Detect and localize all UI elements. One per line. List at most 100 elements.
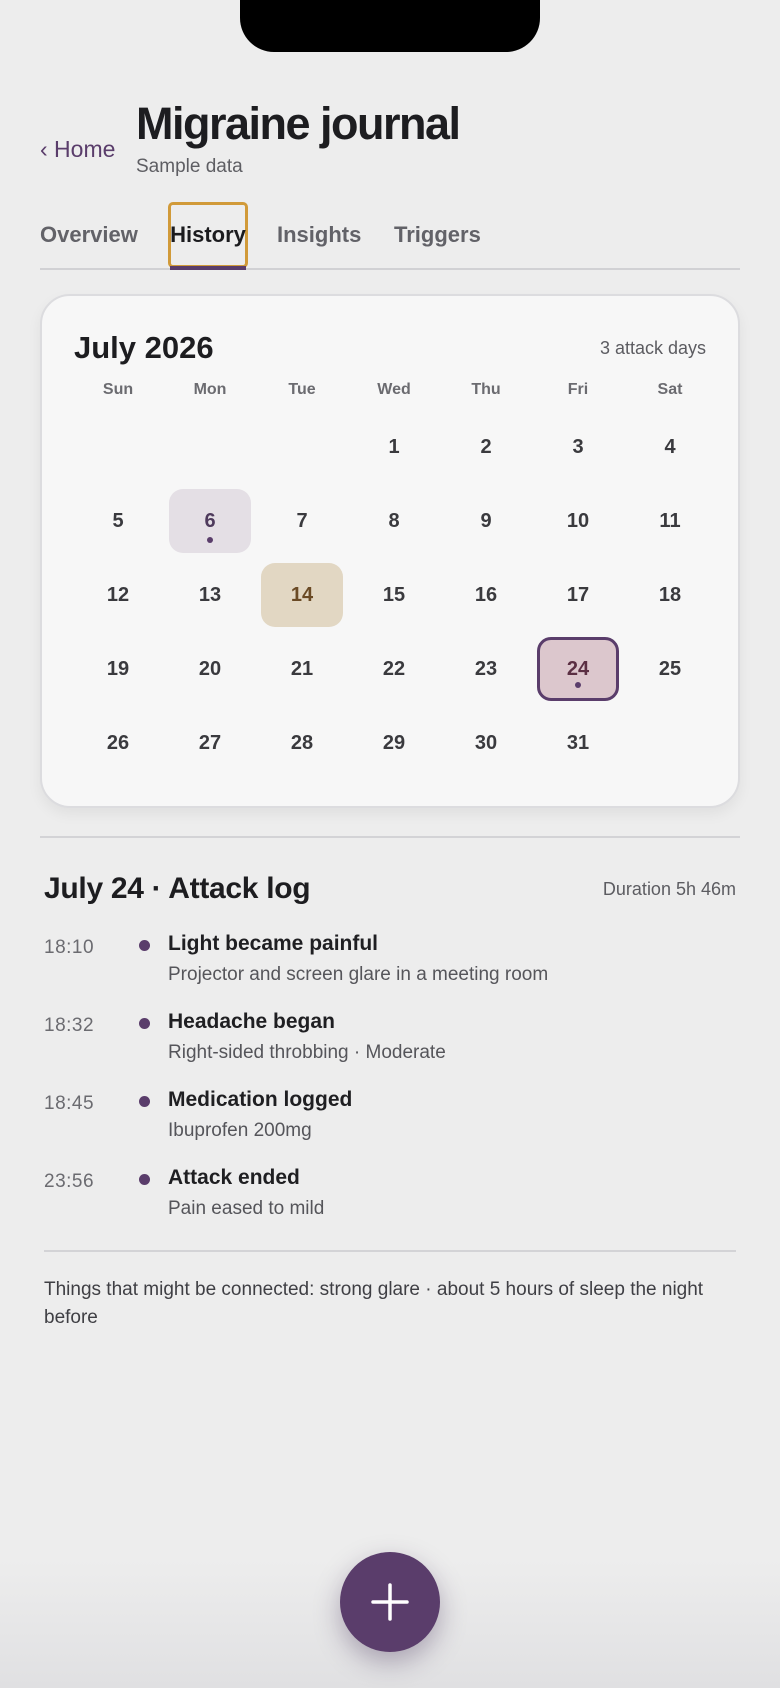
calendar-day-number: 24 [566, 657, 590, 680]
event-detail: Projector and screen glare in a meeting … [168, 964, 549, 985]
tab-history[interactable]: History [168, 202, 248, 270]
add-entry-button[interactable] [340, 1552, 440, 1652]
calendar-cell: 11 [624, 484, 716, 558]
tab-bar: Overview History Insights Triggers [40, 202, 740, 270]
calendar-day-10[interactable]: 10 [537, 489, 619, 553]
calendar-day-18[interactable]: 18 [629, 563, 711, 627]
calendar-day-number: 31 [566, 731, 590, 754]
calendar-day-6[interactable]: 6 [169, 489, 251, 553]
calendar-grid: Sun Mon Tue Wed Thu Fri Sat 1 2 3 4 5 6 7 8 9 10 11 12 13 1… [72, 370, 716, 780]
calendar-cell: 17 [532, 558, 624, 632]
page-title: Migraine journal [136, 98, 461, 149]
calendar-day-5[interactable]: 5 [77, 489, 159, 553]
calendar-day-25[interactable]: 25 [629, 637, 711, 701]
calendar-day-number: 9 [480, 509, 492, 532]
calendar-day-number: 26 [106, 731, 130, 754]
calendar-day-number: 28 [290, 731, 314, 754]
calendar-cell: 13 [164, 558, 256, 632]
calendar-cell: 7 [256, 484, 348, 558]
calendar-day-26[interactable]: 26 [77, 711, 159, 775]
calendar-week-row: 12 13 14 15 16 17 18 [72, 558, 716, 632]
calendar-day-30[interactable]: 30 [445, 711, 527, 775]
calendar-day-20[interactable]: 20 [169, 637, 251, 701]
calendar-day-number: 19 [106, 657, 130, 680]
calendar-day-9[interactable]: 9 [445, 489, 527, 553]
timeline-dot [139, 1018, 150, 1029]
calendar-month-label: July 2026 [74, 330, 214, 365]
calendar-cell [72, 410, 164, 484]
tab-triggers[interactable]: Triggers [394, 202, 484, 268]
connected-factors-note: Things that might be connected: strong g… [44, 1279, 704, 1328]
calendar-cell: 4 [624, 410, 716, 484]
calendar-cell: 6 [164, 484, 256, 558]
calendar-day-13[interactable]: 13 [169, 563, 251, 627]
calendar-cell: 2 [440, 410, 532, 484]
calendar-day-22[interactable]: 22 [353, 637, 435, 701]
attack-event-item[interactable]: 18:10 Light became painful Projector and s… [44, 930, 736, 1008]
calendar-cell: 27 [164, 706, 256, 780]
attack-event-item[interactable]: 18:32 Headache began Right-sided throbbing… [44, 1008, 736, 1086]
calendar-day-24[interactable]: 24 [537, 637, 619, 701]
calendar-day-19[interactable]: 19 [77, 637, 159, 701]
weekday-label: Fri [567, 381, 589, 398]
calendar-cell: 12 [72, 558, 164, 632]
calendar-day-31[interactable]: 31 [537, 711, 619, 775]
calendar-day-12[interactable]: 12 [77, 563, 159, 627]
calendar-day-11[interactable]: 11 [629, 489, 711, 553]
calendar-day-28[interactable]: 28 [261, 711, 343, 775]
calendar-cell: 20 [164, 632, 256, 706]
calendar-day-number: 8 [388, 509, 400, 532]
tab-overview[interactable]: Overview [40, 202, 142, 268]
attack-event-item[interactable]: 23:56 Attack ended Pain eased to mild [44, 1164, 736, 1242]
calendar-cell: 19 [72, 632, 164, 706]
calendar-day-27[interactable]: 27 [169, 711, 251, 775]
event-detail: Pain eased to mild [168, 1198, 325, 1219]
weekday-label: Mon [193, 381, 227, 398]
calendar-cell: 3 [532, 410, 624, 484]
calendar-cell [256, 410, 348, 484]
calendar-day-1[interactable]: 1 [353, 415, 435, 479]
calendar-week-row: 1 2 3 4 [72, 410, 716, 484]
event-title: Headache began [168, 1010, 335, 1033]
calendar-day-16[interactable]: 16 [445, 563, 527, 627]
attack-event-list: 18:10 Light became painful Projector and s… [44, 930, 736, 1242]
calendar-card: July 2026 3 attack days Sun Mon Tue Wed Thu F… [40, 294, 740, 808]
tab-insights[interactable]: Insights [277, 202, 361, 268]
calendar-cell: 22 [348, 632, 440, 706]
calendar-day-number: 10 [566, 509, 590, 532]
calendar-week-row: 5 6 7 8 9 10 11 [72, 484, 716, 558]
calendar-cell: 29 [348, 706, 440, 780]
page-subtitle: Sample data [136, 156, 243, 177]
calendar-day-29[interactable]: 29 [353, 711, 435, 775]
calendar-day-21[interactable]: 21 [261, 637, 343, 701]
attack-event-item[interactable]: 18:45 Medication logged Ibuprofen 200mg [44, 1086, 736, 1164]
section-divider [44, 1250, 736, 1252]
calendar-cell: 25 [624, 632, 716, 706]
calendar-day-8[interactable]: 8 [353, 489, 435, 553]
weekday-header-row: Sun Mon Tue Wed Thu Fri Sat [72, 370, 716, 410]
timeline-dot [139, 940, 150, 951]
calendar-day-3[interactable]: 3 [537, 415, 619, 479]
calendar-cell: 8 [348, 484, 440, 558]
calendar-day-2[interactable]: 2 [445, 415, 527, 479]
calendar-day-23[interactable]: 23 [445, 637, 527, 701]
calendar-cell: 14 [256, 558, 348, 632]
calendar-day-number: 17 [566, 583, 590, 606]
calendar-day-15[interactable]: 15 [353, 563, 435, 627]
calendar-weeks: 1 2 3 4 5 6 7 8 9 10 11 12 13 14 15 16 17 18 19 20 21 22 23 24 2… [72, 410, 716, 780]
calendar-day-number: 1 [388, 435, 400, 458]
event-detail: Right-sided throbbing · Moderate [168, 1042, 446, 1063]
calendar-day-number: 29 [382, 731, 406, 754]
back-home-link[interactable]: ‹ Home [40, 136, 115, 163]
calendar-week-row: 26 27 28 29 30 31 [72, 706, 716, 780]
calendar-cell: 21 [256, 632, 348, 706]
calendar-day-number: 21 [290, 657, 314, 680]
calendar-cell: 16 [440, 558, 532, 632]
calendar-day-number: 15 [382, 583, 406, 606]
calendar-day-4[interactable]: 4 [629, 415, 711, 479]
calendar-day-14[interactable]: 14 [261, 563, 343, 627]
calendar-day-number: 12 [106, 583, 130, 606]
calendar-day-7[interactable]: 7 [261, 489, 343, 553]
weekday-label: Thu [471, 381, 501, 398]
calendar-day-17[interactable]: 17 [537, 563, 619, 627]
